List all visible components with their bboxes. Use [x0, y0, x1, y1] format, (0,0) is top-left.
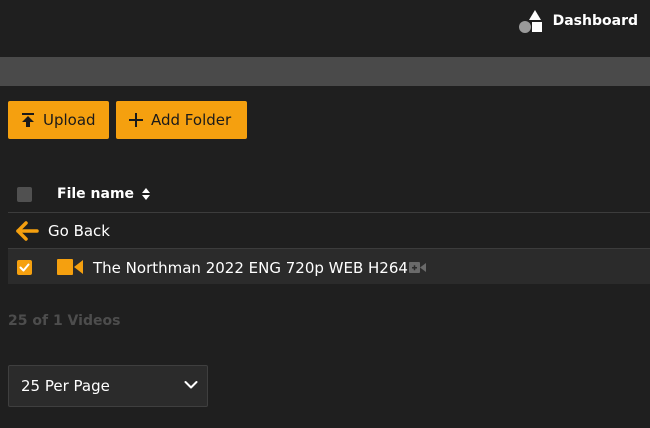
sort-icon: [142, 188, 151, 200]
upload-button[interactable]: Upload: [8, 101, 109, 139]
add-folder-button[interactable]: Add Folder: [116, 101, 247, 139]
row-checkbox[interactable]: [17, 260, 32, 275]
file-name-column-header[interactable]: File name: [57, 186, 151, 202]
table-header: File name: [8, 180, 650, 213]
breadcrumb-bar: [0, 57, 650, 86]
results-count: 25 of 1 Videos: [8, 313, 121, 329]
file-name[interactable]: The Northman 2022 ENG 720p WEB H264: [93, 259, 408, 277]
shapes-icon: [518, 10, 542, 33]
video-camera-icon: [57, 259, 83, 275]
go-back-row[interactable]: Go Back: [8, 213, 650, 249]
upload-arrow-icon: [22, 113, 34, 127]
checkmark-icon: [19, 263, 30, 272]
plus-icon: [129, 113, 143, 127]
top-bar: Dashboard: [0, 0, 650, 42]
back-arrow-icon: [16, 221, 39, 241]
upload-label: Upload: [43, 111, 96, 129]
dashboard-link[interactable]: Dashboard: [517, 7, 638, 35]
dashboard-label: Dashboard: [552, 13, 638, 29]
file-name-column-label: File name: [57, 186, 135, 202]
per-page-value: 25 Per Page: [21, 377, 110, 395]
video-badge-icon: [409, 262, 426, 273]
select-all-checkbox[interactable]: [17, 187, 32, 202]
per-page-select[interactable]: 25 Per Page: [8, 365, 208, 407]
table-row[interactable]: The Northman 2022 ENG 720p WEB H264: [8, 249, 650, 284]
add-folder-label: Add Folder: [151, 111, 232, 129]
go-back-label: Go Back: [48, 222, 110, 240]
chevron-down-icon: [184, 381, 198, 389]
